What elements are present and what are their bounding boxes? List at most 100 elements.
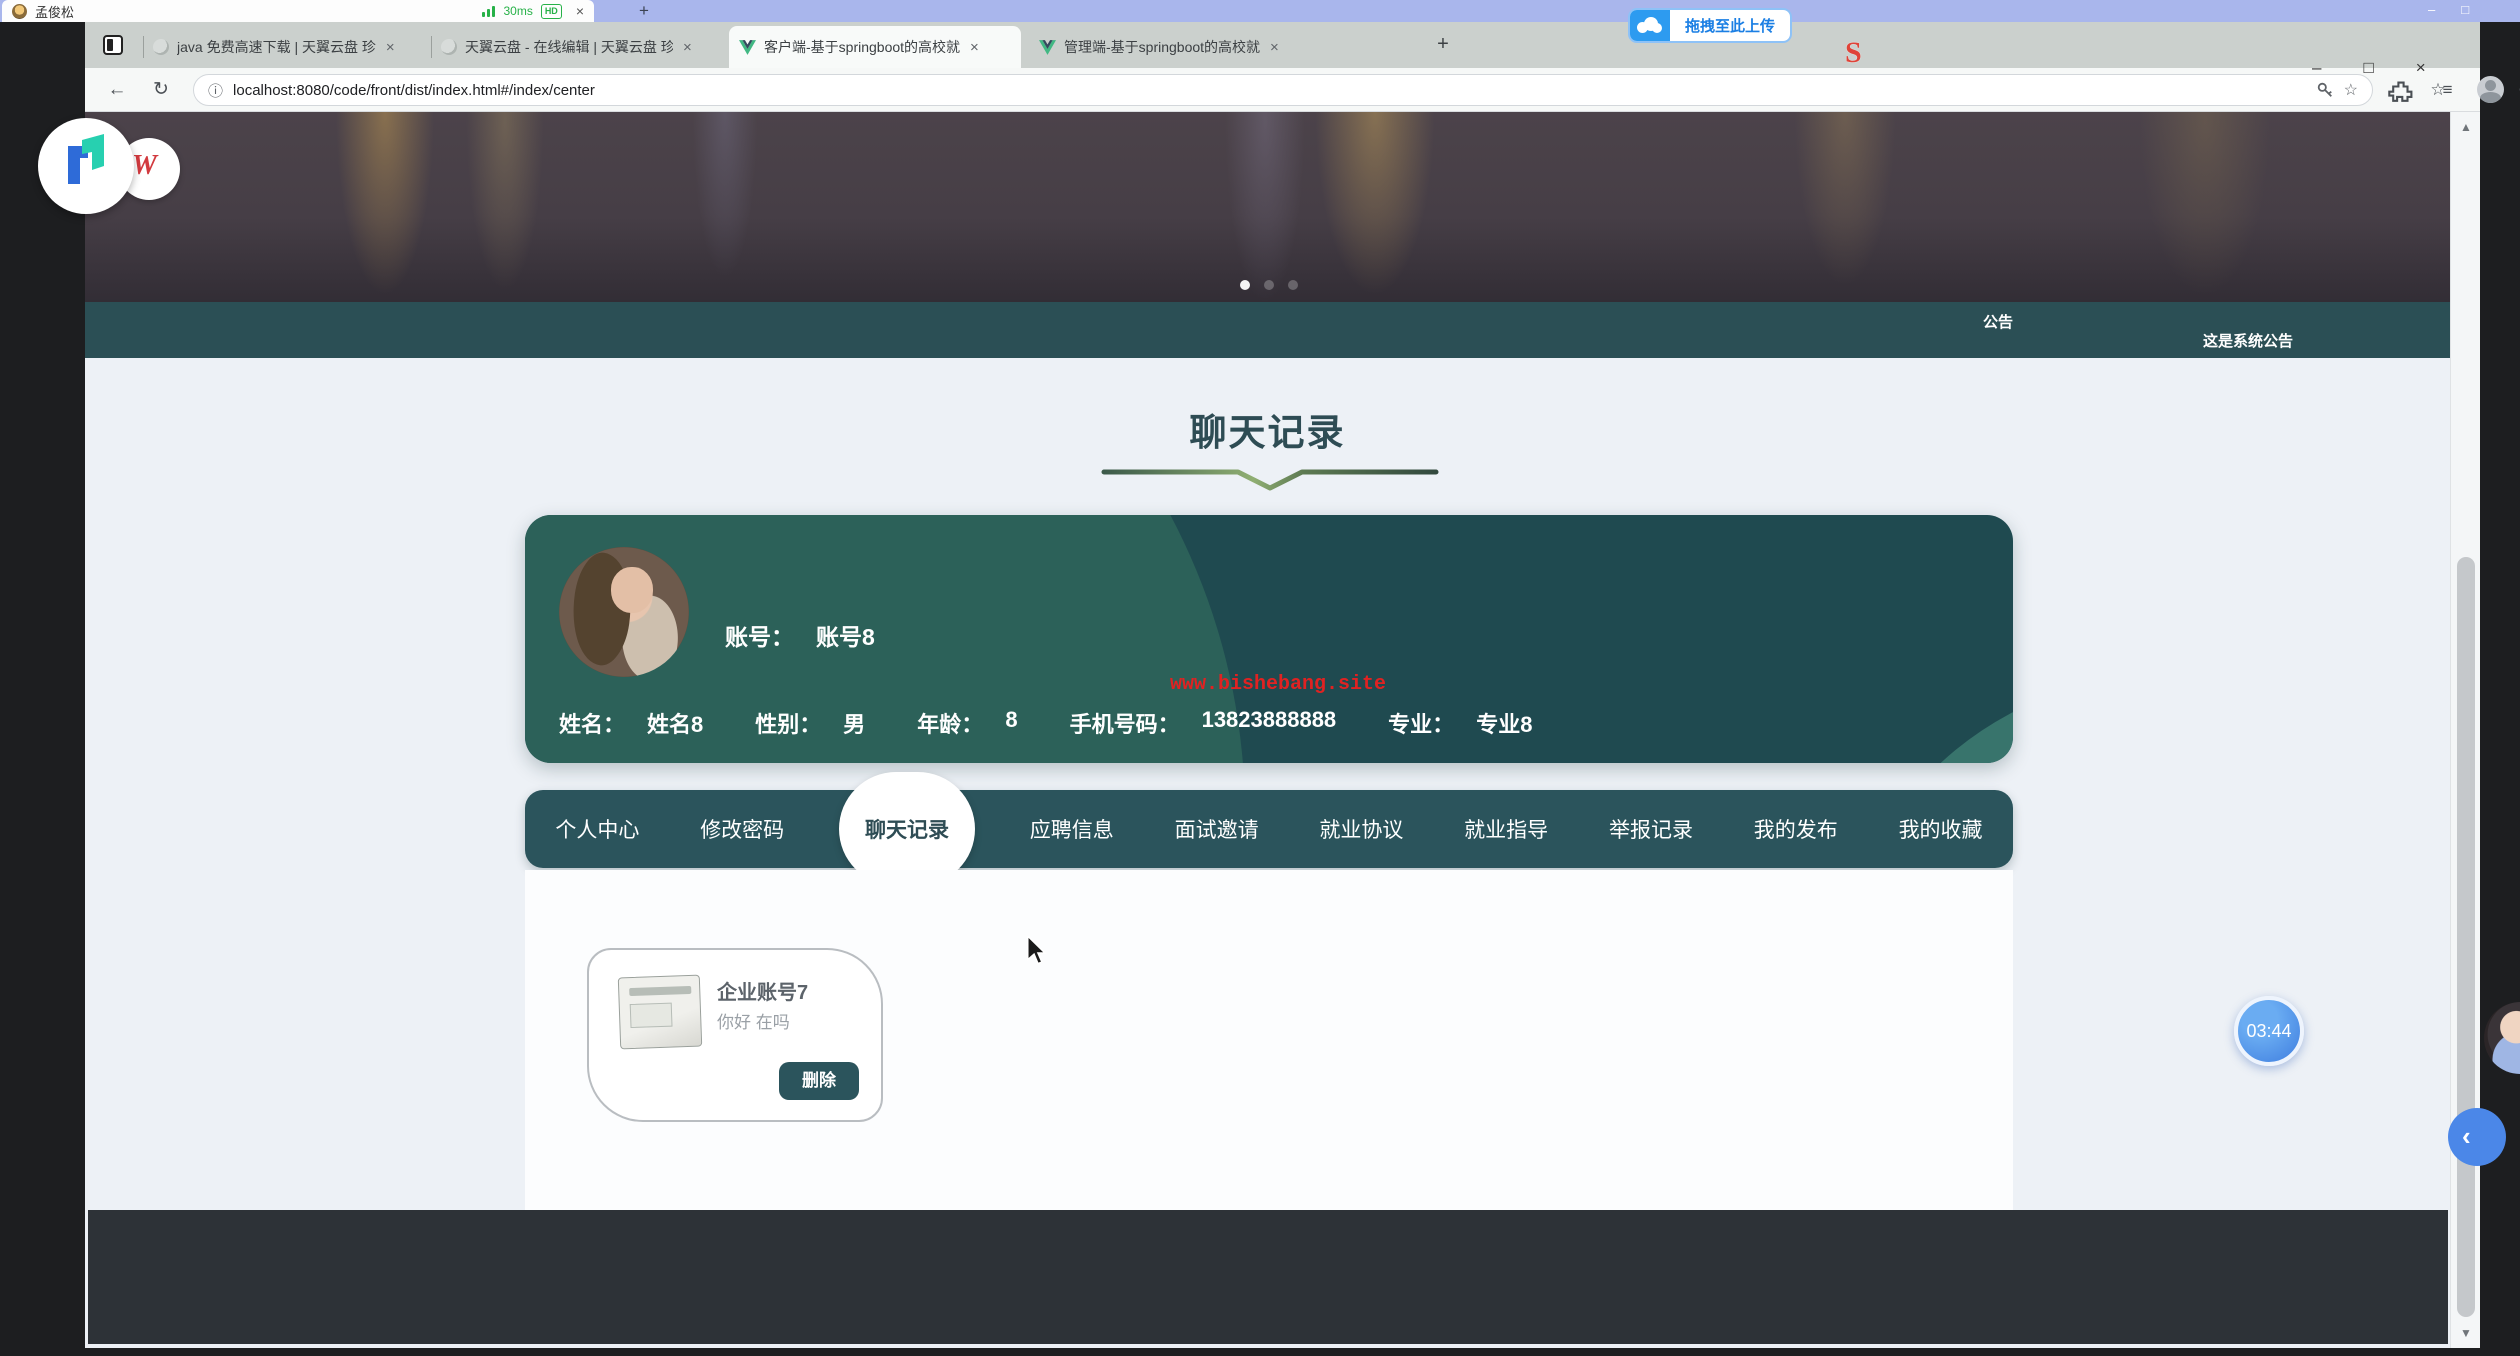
tab-my-posts[interactable]: 我的发布 bbox=[1748, 806, 1844, 852]
close-button[interactable]: × bbox=[2416, 58, 2426, 78]
browser-toolbar: ← ↻ ⓘ localhost:8080/code/front/dist/ind… bbox=[85, 68, 2480, 112]
carousel-dot[interactable] bbox=[1264, 280, 1274, 290]
tab-change-password[interactable]: 修改密码 bbox=[694, 806, 790, 852]
chat-record-card[interactable]: 企业账号7 你好 在吗 删除 bbox=[587, 948, 883, 1122]
center-nav-tabs: 个人中心 修改密码 聊天记录 应聘信息 面试邀请 就业协议 就业指导 举报记录 … bbox=[525, 790, 2013, 868]
page-title: 聊天记录 bbox=[85, 402, 2450, 456]
tab-title: 客户端-基于springboot的高校就 bbox=[764, 37, 960, 57]
browser-window: java 免费高速下载 | 天翼云盘 珍 × 天翼云盘 - 在线编辑 | 天翼云… bbox=[85, 22, 2480, 1348]
field-label: 手机号码： bbox=[1070, 707, 1180, 739]
tab-actions-icon[interactable] bbox=[103, 35, 123, 55]
user-avatar[interactable] bbox=[559, 547, 689, 677]
signal-bars-icon bbox=[482, 5, 495, 17]
upload-hint-text: 拖拽至此上传 bbox=[1670, 15, 1790, 36]
chat-contact-name: 企业账号7 bbox=[717, 976, 808, 1005]
page-viewport: 公告 这是系统公告 聊天记录 账号： 账号8 www.bishebang.sit… bbox=[85, 112, 2450, 1348]
browser-profile-avatar[interactable] bbox=[2477, 76, 2504, 103]
announcement-text[interactable]: 这是系统公告 bbox=[2203, 330, 2293, 351]
field-value: 男 bbox=[843, 707, 865, 739]
field-value: 专业8 bbox=[1476, 707, 1532, 739]
tab-close-icon[interactable]: × bbox=[384, 39, 395, 56]
field-label: 专业： bbox=[1388, 707, 1454, 739]
account-row: 账号： 账号8 bbox=[725, 618, 875, 652]
delete-button[interactable]: 删除 bbox=[779, 1062, 859, 1100]
field-value: 8 bbox=[1005, 707, 1017, 739]
vue-favicon bbox=[739, 40, 756, 55]
browser-tab-4[interactable]: 管理端-基于springboot的高校就 × bbox=[1029, 26, 1321, 68]
announcement-bar: 公告 这是系统公告 bbox=[85, 302, 2450, 358]
chat-last-message: 你好 在吗 bbox=[717, 1008, 790, 1033]
back-button[interactable]: ← bbox=[103, 76, 131, 104]
desktop-screen: 孟俊松 30ms HD × + – □ java 免费高速下载 | 天翼云盘 珍… bbox=[0, 0, 2520, 1356]
tab-close-icon[interactable]: × bbox=[681, 39, 692, 56]
cloud-favicon bbox=[441, 39, 457, 55]
carousel-dots[interactable] bbox=[1240, 280, 1298, 290]
field-value: 姓名8 bbox=[647, 707, 703, 739]
page-footer bbox=[88, 1210, 2448, 1344]
tab-close-icon[interactable]: × bbox=[968, 39, 979, 56]
tab-report-records[interactable]: 举报记录 bbox=[1603, 806, 1699, 852]
address-bar[interactable]: ⓘ localhost:8080/code/front/dist/index.h… bbox=[193, 74, 2373, 106]
browser-menu-icon[interactable]: ⋯ bbox=[2513, 77, 2520, 103]
desktop-edge-avatar bbox=[2484, 1002, 2520, 1074]
cloud-drive-logo-icon[interactable] bbox=[38, 118, 134, 214]
latency-value: 30ms bbox=[503, 4, 532, 18]
vue-favicon bbox=[1039, 40, 1056, 55]
cloud-favicon bbox=[153, 39, 169, 55]
tab-employment-guidance[interactable]: 就业指导 bbox=[1458, 806, 1554, 852]
remote-session-tab[interactable]: 孟俊松 30ms HD × bbox=[2, 0, 594, 22]
tab-title: 管理端-基于springboot的高校就 bbox=[1064, 37, 1260, 57]
sidebar-collapse-handle[interactable]: ‹ bbox=[2448, 1108, 2506, 1166]
extensions-icon[interactable] bbox=[2388, 80, 2414, 106]
browser-tab-3-active[interactable]: 客户端-基于springboot的高校就 × bbox=[729, 26, 1021, 68]
upload-dropzone-pill[interactable]: 拖拽至此上传 bbox=[1628, 8, 1792, 43]
favorite-star-icon[interactable]: ☆ bbox=[2344, 80, 2358, 100]
account-value: 账号8 bbox=[816, 618, 875, 652]
remote-user-name: 孟俊松 bbox=[35, 2, 474, 21]
scroll-up-icon[interactable]: ▲ bbox=[2451, 120, 2481, 134]
cloud-upload-icon bbox=[1630, 8, 1670, 43]
tab-application-info[interactable]: 应聘信息 bbox=[1024, 806, 1120, 852]
password-key-icon[interactable] bbox=[2316, 81, 2334, 99]
company-image bbox=[618, 975, 702, 1050]
url-text[interactable]: localhost:8080/code/front/dist/index.htm… bbox=[233, 82, 2306, 99]
tab-title: 天翼云盘 - 在线编辑 | 天翼云盘 珍 bbox=[465, 37, 673, 57]
tab-my-favorites[interactable]: 我的收藏 bbox=[1893, 806, 1989, 852]
remote-maximize-button[interactable]: □ bbox=[2461, 0, 2469, 22]
remote-minimize-button[interactable]: – bbox=[2428, 0, 2435, 22]
collections-icon[interactable]: ☆≡ bbox=[2427, 77, 2453, 103]
new-tab-button[interactable]: + bbox=[1430, 32, 1456, 58]
field-label: 性别： bbox=[755, 707, 821, 739]
carousel-dot-active[interactable] bbox=[1240, 280, 1250, 290]
tab-chat-records-active[interactable]: 聊天记录 bbox=[839, 772, 975, 886]
scroll-down-icon[interactable]: ▼ bbox=[2451, 1326, 2481, 1340]
remote-session-bar: 孟俊松 30ms HD × + – □ bbox=[0, 0, 2520, 22]
session-timer-bubble[interactable]: 03:44 bbox=[2234, 996, 2304, 1066]
card-circle-outer bbox=[1835, 675, 2013, 763]
browser-tab-1[interactable]: java 免费高速下载 | 天翼云盘 珍 × bbox=[143, 26, 425, 68]
hero-carousel-banner[interactable] bbox=[85, 112, 2450, 302]
browser-tab-2[interactable]: 天翼云盘 - 在线编辑 | 天翼云盘 珍 × bbox=[431, 26, 723, 68]
watermark-text: www.bishebang.site bbox=[1170, 673, 1386, 696]
refresh-button[interactable]: ↻ bbox=[147, 76, 175, 104]
remote-new-session-button[interactable]: + bbox=[632, 0, 656, 22]
carousel-dot[interactable] bbox=[1288, 280, 1298, 290]
profile-fields: 姓名：姓名8 性别：男 年龄：8 手机号码：13823888888 专业：专业8 bbox=[559, 707, 1532, 739]
announcement-label: 公告 bbox=[1983, 311, 2013, 332]
hd-quality-badge: HD bbox=[541, 4, 562, 19]
browser-tab-strip: java 免费高速下载 | 天翼云盘 珍 × 天翼云盘 - 在线编辑 | 天翼云… bbox=[85, 22, 2480, 68]
scrollbar-thumb[interactable] bbox=[2457, 557, 2475, 1317]
tab-interview-invites[interactable]: 面试邀请 bbox=[1169, 806, 1265, 852]
tab-title: java 免费高速下载 | 天翼云盘 珍 bbox=[177, 37, 376, 57]
tab-close-icon[interactable]: × bbox=[1268, 39, 1279, 56]
profile-card: 账号： 账号8 www.bishebang.site 姓名：姓名8 性别：男 年… bbox=[525, 515, 2013, 763]
tab-employment-agreement[interactable]: 就业协议 bbox=[1313, 806, 1409, 852]
maximize-button[interactable]: □ bbox=[2363, 58, 2373, 78]
account-label: 账号： bbox=[725, 618, 794, 652]
remote-window-controls: – □ bbox=[2428, 0, 2469, 22]
remote-tab-close-icon[interactable]: × bbox=[576, 3, 584, 19]
site-info-icon[interactable]: ⓘ bbox=[208, 80, 223, 101]
tab-personal-center[interactable]: 个人中心 bbox=[549, 806, 645, 852]
mouse-cursor bbox=[1025, 936, 1051, 966]
minimize-button[interactable]: – bbox=[2312, 58, 2321, 78]
